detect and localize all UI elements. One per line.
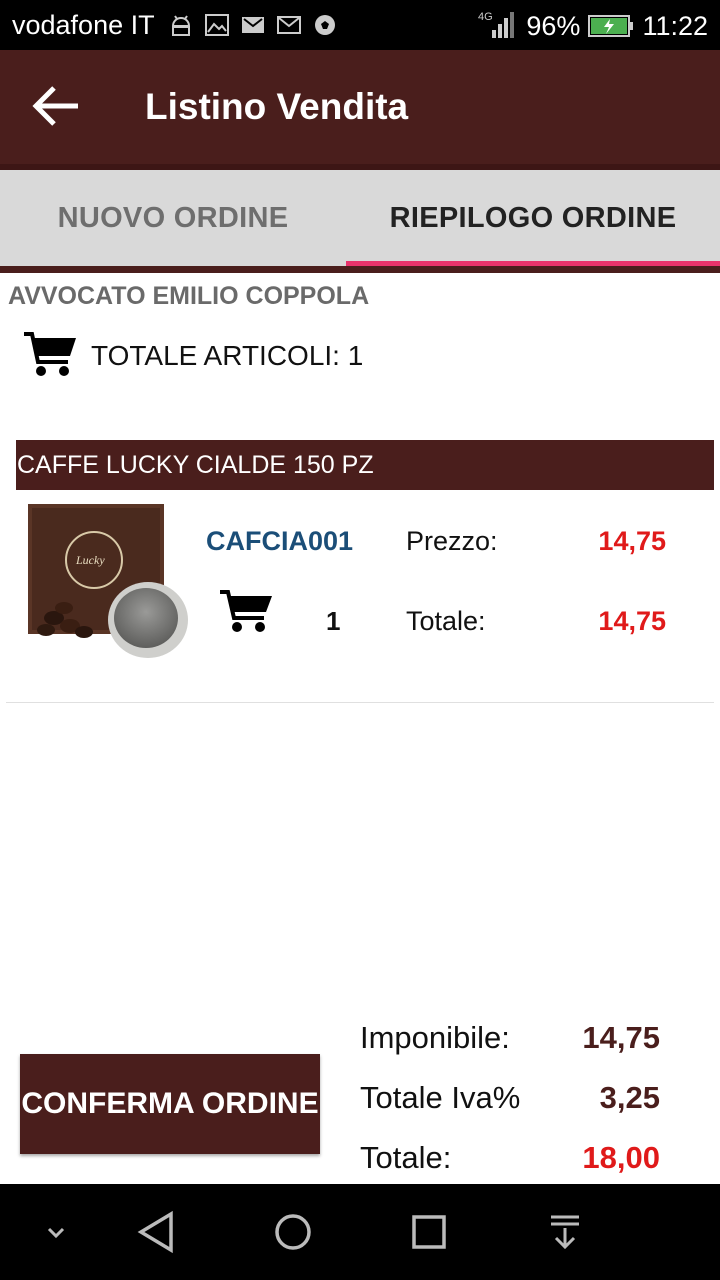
iva-value: 3,25	[599, 1080, 660, 1115]
iva-label: Totale Iva%	[360, 1080, 521, 1115]
line-total-value: 14,75	[598, 606, 666, 636]
soccer-ball-icon	[315, 15, 335, 35]
gmail-icon	[242, 17, 264, 33]
status-bar: vodafone IT 4G 96% 11:22	[0, 0, 720, 50]
carrier-name: vodafone IT	[12, 10, 155, 40]
notification-pull-icon[interactable]	[541, 1208, 589, 1256]
email-icon	[277, 16, 301, 34]
battery-charging-icon	[588, 15, 634, 37]
system-nav-bar	[0, 1184, 720, 1280]
recents-square-icon[interactable]	[405, 1208, 453, 1256]
shopping-cart-icon	[24, 332, 76, 376]
android-debug-icon	[171, 15, 191, 36]
tabs-divider	[0, 266, 720, 273]
line-total-label: Totale:	[406, 606, 486, 636]
status-right: 4G 96% 11:22	[478, 10, 708, 42]
signal-4g-icon: 4G	[478, 11, 515, 38]
total-items-label: TOTALE ARTICOLI: 1	[91, 340, 364, 371]
image-icon	[205, 14, 229, 36]
product-image: Lucky	[28, 504, 188, 658]
tab-nuovo-ordine[interactable]: NUOVO ORDINE	[0, 170, 346, 266]
product-code: CAFCIA001	[206, 526, 354, 556]
back-triangle-icon[interactable]	[133, 1208, 181, 1256]
price-label: Prezzo:	[406, 526, 498, 556]
clock: 11:22	[642, 10, 708, 41]
row-divider	[6, 702, 714, 703]
battery-percent: 96%	[526, 10, 581, 41]
svg-text:Lucky: Lucky	[75, 553, 105, 567]
imponibile-value: 14,75	[582, 1020, 660, 1055]
svg-text:4G: 4G	[478, 11, 493, 23]
customer-name: AVVOCATO EMILIO COPPOLA	[8, 282, 370, 310]
product-name: CAFFE LUCKY CIALDE 150 PZ	[17, 450, 374, 479]
price-value: 14,75	[598, 526, 666, 556]
product-quantity: 1	[326, 606, 341, 636]
app-bar: Listino Vendita	[0, 50, 720, 164]
grand-total-label: Totale:	[360, 1140, 452, 1175]
chevron-down-icon[interactable]	[32, 1208, 80, 1256]
imponibile-label: Imponibile:	[360, 1020, 510, 1055]
page-title: Listino Vendita	[145, 86, 409, 127]
product-name-header: CAFFE LUCKY CIALDE 150 PZ	[16, 440, 714, 490]
arrow-back-icon[interactable]	[30, 82, 82, 130]
tab-riepilogo-ordine[interactable]: RIEPILOGO ORDINE	[346, 170, 720, 266]
cart-icon[interactable]	[218, 588, 274, 634]
tab-bar: NUOVO ORDINE RIEPILOGO ORDINE	[0, 170, 720, 266]
confirm-order-button[interactable]: CONFERMA ORDINE	[20, 1054, 320, 1154]
grand-total-value: 18,00	[582, 1140, 660, 1175]
home-circle-icon[interactable]	[269, 1208, 317, 1256]
notification-icons	[168, 12, 338, 38]
